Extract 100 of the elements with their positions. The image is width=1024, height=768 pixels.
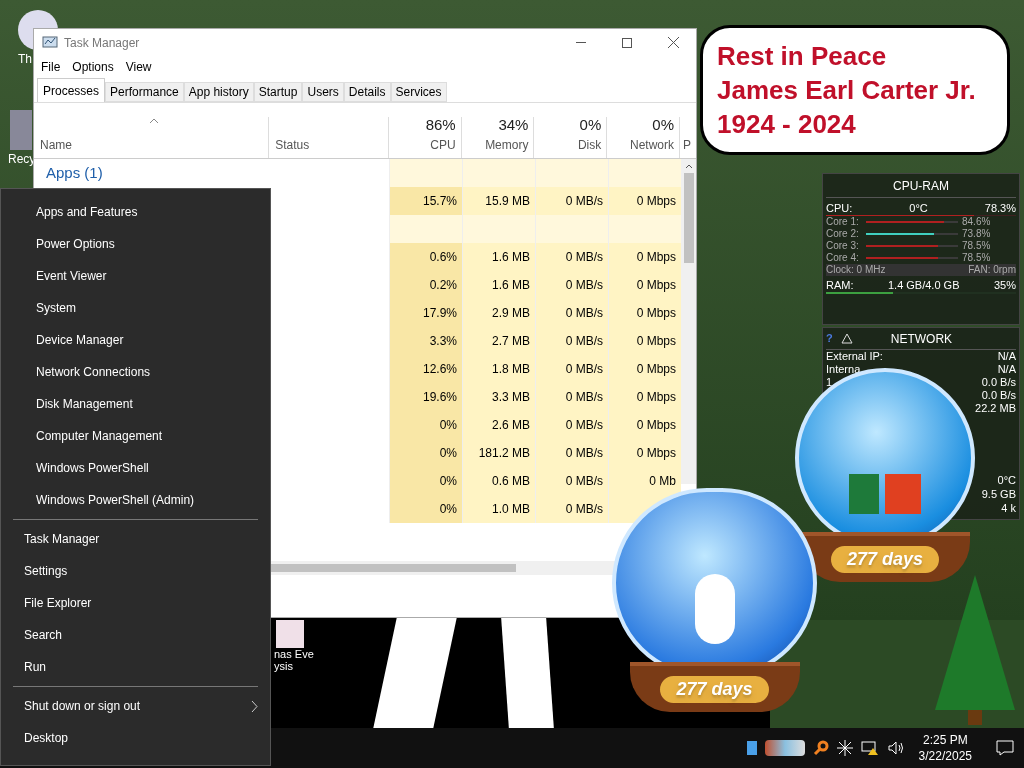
tab[interactable]: App history bbox=[183, 82, 254, 102]
network-value: 0.0 B/s bbox=[981, 389, 1016, 402]
network-value: N/A bbox=[997, 350, 1016, 363]
column-heading: Network bbox=[630, 137, 675, 154]
table-cell: 0 Mbps bbox=[608, 243, 681, 271]
cpu-usage: 78.3% bbox=[984, 201, 1016, 215]
network-value: 22.2 MB bbox=[975, 402, 1016, 415]
table-cell: 0 Mbps bbox=[608, 411, 681, 439]
column-total: 0% bbox=[579, 114, 602, 135]
column-header[interactable]: 0% Disk bbox=[533, 117, 607, 158]
table-cell: 1.6 MB bbox=[462, 243, 535, 271]
window-title: Task Manager bbox=[64, 34, 140, 52]
days-label: 277 days bbox=[830, 545, 940, 573]
menu-item[interactable]: Windows PowerShell bbox=[1, 452, 270, 484]
core-usage: 78.5% bbox=[962, 252, 991, 264]
scrollbar-thumb[interactable] bbox=[683, 173, 694, 263]
volume-icon[interactable] bbox=[886, 740, 905, 756]
menu-item[interactable]: Search bbox=[1, 619, 270, 651]
menu-item[interactable]: File Explorer bbox=[1, 587, 270, 619]
tablet-icon[interactable] bbox=[746, 741, 757, 755]
table-cell: 19.6% bbox=[389, 383, 462, 411]
sort-caret-icon bbox=[149, 118, 160, 124]
column-heading: CPU bbox=[430, 137, 456, 154]
menu-item[interactable]: Computer Management bbox=[1, 420, 270, 452]
table-cell: 0 MB/s bbox=[535, 355, 608, 383]
table-cell: 17.9% bbox=[389, 299, 462, 327]
menu-item[interactable]: Event Viewer bbox=[1, 260, 270, 292]
menu-item[interactable]: File bbox=[41, 58, 61, 76]
fan-reading: FAN: 0rpm bbox=[968, 264, 1016, 276]
gadget-reading: 9.5 GB bbox=[981, 487, 1016, 501]
column-header[interactable]: Status bbox=[268, 117, 388, 158]
menu-item[interactable]: Network Connections bbox=[1, 356, 270, 388]
column-total: 86% bbox=[425, 114, 456, 135]
ram-label: RAM: bbox=[826, 278, 854, 292]
column-heading: Disk bbox=[577, 137, 602, 154]
menu-item[interactable]: Shut down or sign out bbox=[1, 690, 270, 722]
menu-item[interactable]: Apps and Features bbox=[1, 196, 270, 228]
desktop-icon-label: nas Eve bbox=[274, 648, 314, 660]
magnifier-icon[interactable] bbox=[812, 740, 829, 756]
network-label: External IP: bbox=[826, 350, 883, 363]
network-value: 0.0 B/s bbox=[981, 376, 1016, 389]
menu-item[interactable]: Device Manager bbox=[1, 324, 270, 356]
core-usage: 84.6% bbox=[962, 216, 991, 228]
table-cell: 0 Mbps bbox=[608, 299, 681, 327]
menu-item[interactable]: Settings bbox=[1, 555, 270, 587]
tab[interactable]: Services bbox=[390, 82, 447, 102]
table-cell: 0.6 MB bbox=[462, 467, 535, 495]
column-header[interactable]: 86% CPU bbox=[387, 117, 461, 158]
menu-item[interactable]: Desktop bbox=[1, 722, 270, 754]
tab[interactable]: Processes bbox=[37, 78, 106, 102]
menu-item[interactable]: Run bbox=[1, 651, 270, 683]
menu-item[interactable]: Disk Management bbox=[1, 388, 270, 420]
table-cell: 0 MB/s bbox=[535, 467, 608, 495]
network-label: Interna bbox=[826, 363, 861, 376]
table-cell: 0 MB/s bbox=[535, 411, 608, 439]
table-cell: 0% bbox=[389, 495, 462, 523]
tab[interactable]: Details bbox=[343, 82, 391, 102]
asterisk-icon[interactable] bbox=[836, 740, 853, 756]
core-label: Core 4: bbox=[826, 252, 860, 264]
table-cell: 2.6 MB bbox=[462, 411, 535, 439]
column-header[interactable]: 34% Memory bbox=[460, 117, 534, 158]
memorial-text: James Earl Carter Jr. bbox=[717, 74, 977, 107]
help-icon[interactable]: ? bbox=[826, 330, 833, 347]
table-cell: 0 Mbps bbox=[608, 355, 681, 383]
table-cell: 181.2 MB bbox=[462, 439, 535, 467]
task-manager-icon bbox=[42, 35, 58, 50]
clock-reading: Clock: 0 MHz bbox=[826, 264, 886, 276]
column-header[interactable]: Name bbox=[34, 117, 269, 158]
table-cell: 0 MB/s bbox=[535, 383, 608, 411]
tab[interactable]: Users bbox=[302, 82, 344, 102]
menu-item[interactable]: Options bbox=[72, 58, 114, 76]
table-cell: 0 Mbps bbox=[608, 187, 681, 215]
menu-item[interactable]: Windows PowerShell (Admin) bbox=[1, 484, 270, 516]
tab[interactable]: Startup bbox=[253, 82, 303, 102]
vertical-scrollbar[interactable] bbox=[681, 159, 696, 484]
table-cell: 0 MB/s bbox=[535, 299, 608, 327]
table-cell: 0% bbox=[389, 411, 462, 439]
menu-item[interactable]: System bbox=[1, 292, 270, 324]
clock[interactable]: 2:25 PM 3/22/2025 bbox=[912, 732, 978, 764]
warning-icon[interactable] bbox=[840, 333, 853, 344]
tab[interactable]: Performance bbox=[105, 82, 184, 102]
table-cell: 0 MB/s bbox=[535, 439, 608, 467]
column-header[interactable]: P bbox=[679, 117, 696, 158]
close-icon bbox=[667, 37, 679, 48]
table-cell: 0% bbox=[389, 439, 462, 467]
network-warning-icon[interactable] bbox=[860, 740, 879, 756]
group-heading: Apps (1) bbox=[46, 162, 103, 183]
table-cell: 3.3 MB bbox=[462, 383, 535, 411]
column-header[interactable]: 0% Network bbox=[606, 117, 680, 158]
table-cell: 0 Mbps bbox=[608, 327, 681, 355]
core-usage: 78.5% bbox=[962, 240, 991, 252]
menu-item[interactable]: View bbox=[125, 58, 152, 76]
table-cell: 3.3% bbox=[389, 327, 462, 355]
menu-item[interactable]: Task Manager bbox=[1, 523, 270, 555]
table-cell: 0 Mbps bbox=[608, 383, 681, 411]
menu-item[interactable]: Power Options bbox=[1, 228, 270, 260]
scroll-up-icon bbox=[684, 164, 693, 169]
table-cell: 0 Mbps bbox=[608, 271, 681, 299]
ram-amount: 1.4 GB/4.0 GB bbox=[887, 278, 960, 292]
notification-icon[interactable] bbox=[996, 740, 1014, 756]
